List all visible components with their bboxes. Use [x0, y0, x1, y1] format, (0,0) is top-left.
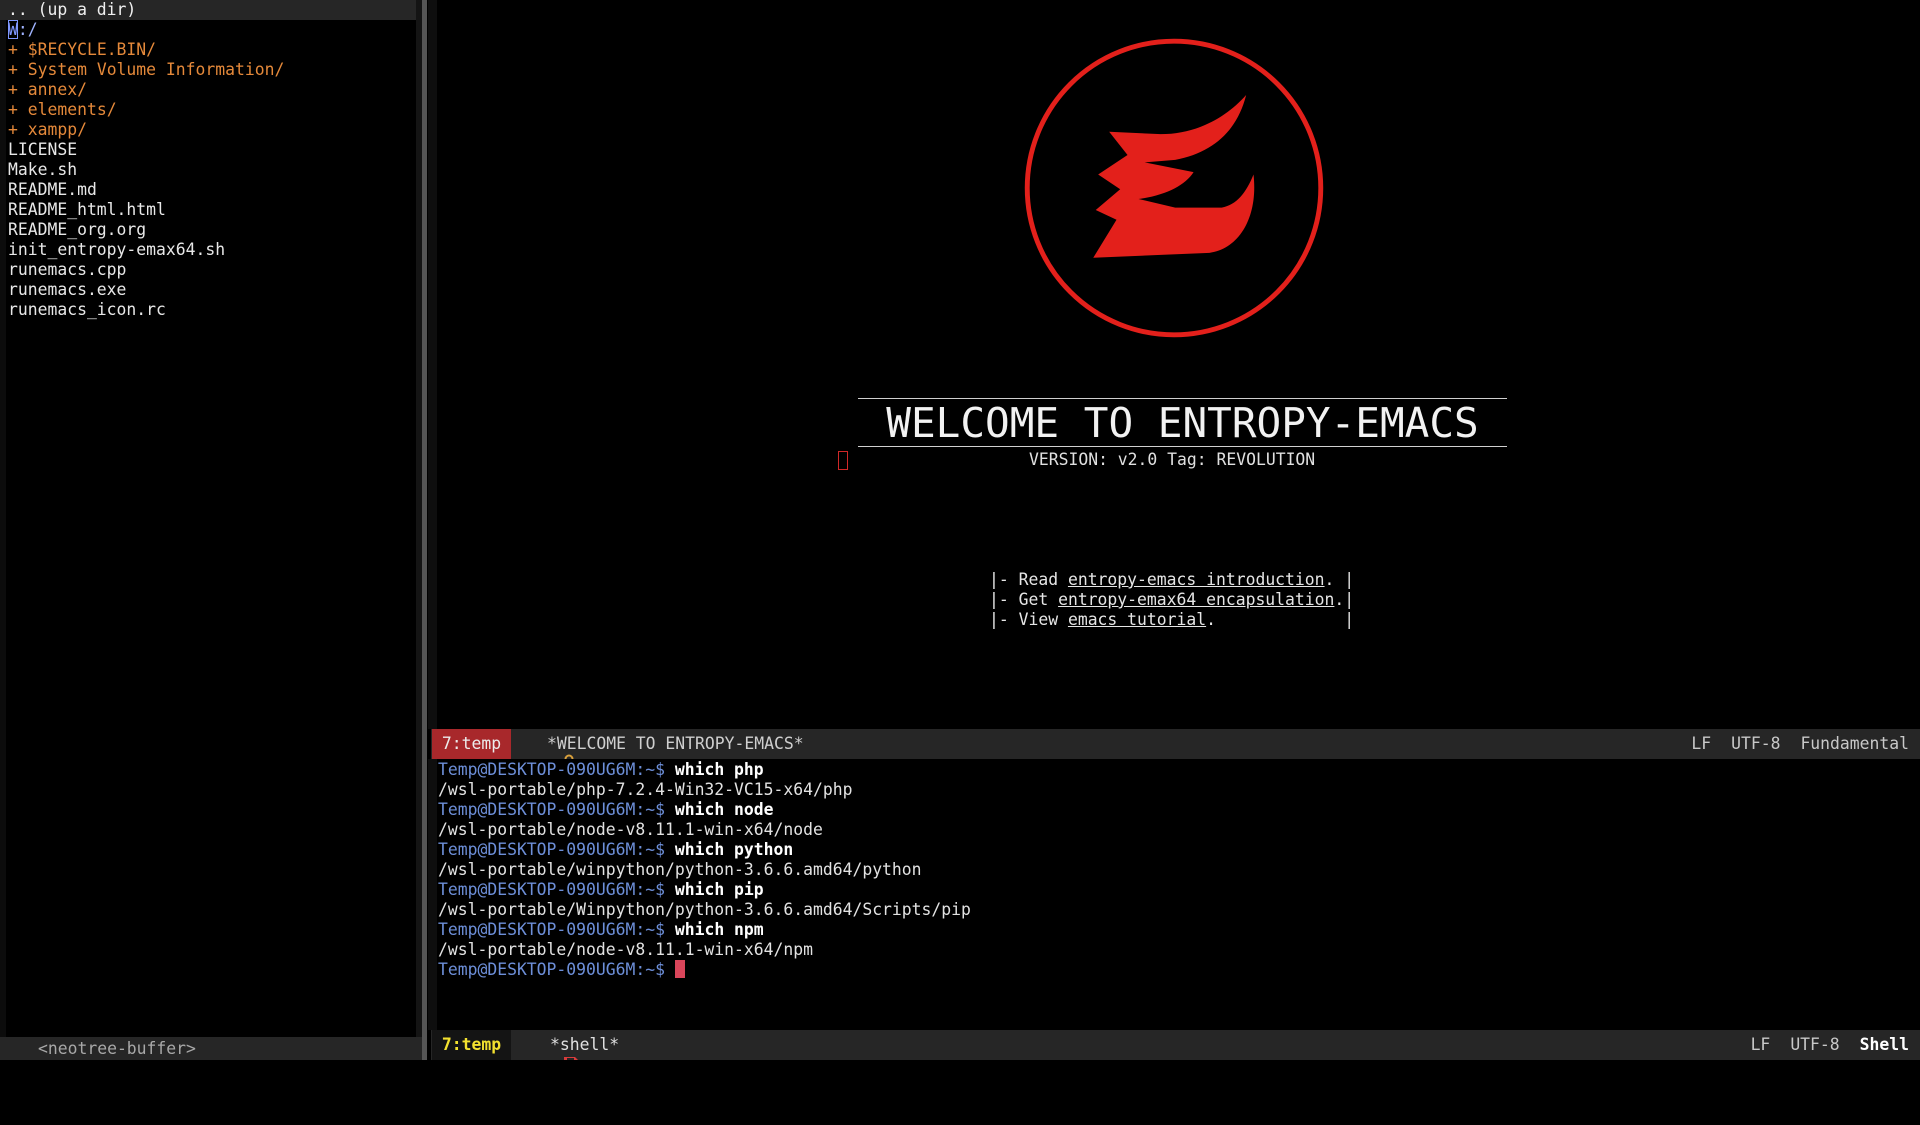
link-emacs-tutorial[interactable]: emacs tutorial [1068, 610, 1206, 629]
up-a-dir-link[interactable]: .. (up a dir) [8, 0, 136, 20]
modeline-status-group: LF UTF-8 Shell [1731, 1030, 1909, 1060]
neotree-file-item[interactable]: README_html.html [8, 200, 166, 220]
neotree-file-item[interactable]: LICENSE [8, 140, 77, 160]
dir-name: System Volume Information/ [27, 60, 285, 79]
shell-command: which pip [674, 880, 764, 899]
link-entropy-emacs-introduction[interactable]: entropy-emacs introduction [1068, 570, 1325, 589]
version-line: VERSION: v2.0 Tag: REVOLUTION [1029, 450, 1316, 469]
line-ending-indicator[interactable]: LF [1691, 729, 1711, 759]
neotree-window[interactable]: .. (up a dir) W:/ + $RECYCLE.BIN/ + Syst… [0, 0, 422, 1037]
window-number-badge: 7:temp [432, 729, 511, 759]
shell-command: which node [674, 800, 774, 819]
text-cursor: W [8, 20, 18, 39]
shell-prompt: Temp@DESKTOP-090UG6M:~$ [438, 960, 665, 979]
modeline-buffer-name[interactable]: *shell* [550, 1030, 619, 1060]
shell-command: which php [674, 760, 764, 779]
neotree-file-item[interactable]: README.md [8, 180, 97, 200]
shell-prompt: Temp@DESKTOP-090UG6M:~$ [438, 840, 665, 859]
welcome-title: WELCOME TO ENTROPY-EMACS [886, 399, 1479, 447]
neotree-dir-item[interactable]: + $RECYCLE.BIN/ [8, 40, 156, 60]
shell-output: /wsl-portable/winpython/python-3.6.6.amd… [438, 860, 922, 879]
window-number-badge: 7:temp [432, 1030, 511, 1060]
expand-toggle[interactable]: + [8, 60, 18, 79]
neotree-modeline: <neotree-buffer> [0, 1037, 422, 1077]
shell-command: which npm [674, 920, 764, 939]
dir-name: elements/ [27, 100, 117, 119]
expand-toggle[interactable]: + [8, 80, 18, 99]
modeline-buffer-name[interactable]: *WELCOME TO ENTROPY-EMACS* [547, 729, 804, 759]
title-rule-bottom [858, 446, 1507, 447]
welcome-link-row: |- Read entropy-emacs introduction. | [989, 570, 1354, 590]
neotree-file-item[interactable]: Make.sh [8, 160, 77, 180]
encoding-indicator[interactable]: UTF-8 [1731, 729, 1780, 759]
link-row-suffix: .| [1334, 590, 1355, 609]
neotree-file-item[interactable]: init_entropy-emax64.sh [8, 240, 225, 260]
welcome-link-row: |- Get entropy-emax64 encapsulation.| [989, 590, 1354, 610]
modeline-buffer-name[interactable]: <neotree-buffer> [38, 1037, 196, 1060]
neotree-left-fringe [0, 20, 6, 1037]
link-row-prefix: |- View [989, 610, 1068, 629]
shell-output: /wsl-portable/node-v8.11.1-win-x64/node [438, 820, 823, 839]
link-entropy-emax64-encapsulation[interactable]: entropy-emax64 encapsulation [1058, 590, 1334, 609]
shell-prompt: Temp@DESKTOP-090UG6M:~$ [438, 920, 665, 939]
shell-line: Temp@DESKTOP-090UG6M:~$ which npm [438, 920, 764, 940]
link-row-prefix: |- Read [989, 570, 1068, 589]
line-ending-indicator[interactable]: LF [1751, 1030, 1771, 1060]
neotree-file-item[interactable]: runemacs_icon.rc [8, 300, 166, 320]
shell-prompt: Temp@DESKTOP-090UG6M:~$ [438, 880, 665, 899]
entropy-emacs-logo [1024, 38, 1324, 338]
neotree-file-item[interactable]: README_org.org [8, 220, 146, 240]
root-path: :/ [17, 20, 38, 39]
window-divider[interactable] [422, 0, 427, 1060]
expand-toggle[interactable]: + [8, 100, 18, 119]
link-row-prefix: |- Get [989, 590, 1059, 609]
shell-prompt: Temp@DESKTOP-090UG6M:~$ [438, 800, 665, 819]
welcome-link-row: |- View emacs tutorial. | [989, 610, 1354, 630]
shell-line: Temp@DESKTOP-090UG6M:~$ which pip [438, 880, 764, 900]
neotree-dir-item[interactable]: + xampp/ [8, 120, 87, 140]
shell-line: Temp@DESKTOP-090UG6M:~$ which node [438, 800, 774, 820]
shell-output: /wsl-portable/Winpython/python-3.6.6.amd… [438, 900, 971, 919]
neotree-dir-item[interactable]: + elements/ [8, 100, 117, 120]
major-mode-indicator[interactable]: Fundamental [1800, 729, 1909, 759]
shell-prompt: Temp@DESKTOP-090UG6M:~$ [438, 760, 665, 779]
neotree-file-item[interactable]: runemacs.exe [8, 280, 126, 300]
shell-output: /wsl-portable/node-v8.11.1-win-x64/npm [438, 940, 813, 959]
encoding-indicator[interactable]: UTF-8 [1790, 1030, 1839, 1060]
dir-name: xampp/ [27, 120, 87, 139]
neotree-file-item[interactable]: runemacs.cpp [8, 260, 126, 280]
window-fringe [428, 0, 437, 729]
shell-line: Temp@DESKTOP-090UG6M:~$ which python [438, 840, 793, 860]
dir-name: $RECYCLE.BIN/ [27, 40, 157, 59]
shell-output: /wsl-portable/php-7.2.4-Win32-VC15-x64/p… [438, 780, 853, 799]
expand-toggle[interactable]: + [8, 120, 18, 139]
text-cursor [674, 960, 685, 978]
point-cursor [838, 451, 848, 470]
dir-name: annex/ [27, 80, 87, 99]
neotree-header[interactable]: .. (up a dir) [0, 0, 416, 20]
shell-line: Temp@DESKTOP-090UG6M:~$ which php [438, 760, 764, 780]
shell-command: which python [674, 840, 794, 859]
neotree-root[interactable]: W:/ [8, 20, 38, 40]
neotree-dir-item[interactable]: + System Volume Information/ [8, 60, 284, 80]
expand-toggle[interactable]: + [8, 40, 18, 59]
link-row-suffix: . | [1324, 570, 1355, 589]
shell-input-line[interactable]: Temp@DESKTOP-090UG6M:~$ [438, 960, 685, 980]
echo-area[interactable] [0, 1060, 1920, 1080]
shell-modeline: 7:temp *shell* LF UTF-8 Shell [431, 1030, 1920, 1071]
major-mode-indicator[interactable]: Shell [1860, 1030, 1909, 1060]
link-row-suffix: . | [1206, 610, 1355, 629]
neotree-dir-item[interactable]: + annex/ [8, 80, 87, 100]
welcome-modeline: 7:temp *WELCOME TO ENTROPY-EMACS* LF UTF… [431, 729, 1920, 771]
window-fringe [428, 759, 437, 1030]
modeline-status-group: LF UTF-8 Fundamental [1671, 729, 1909, 759]
